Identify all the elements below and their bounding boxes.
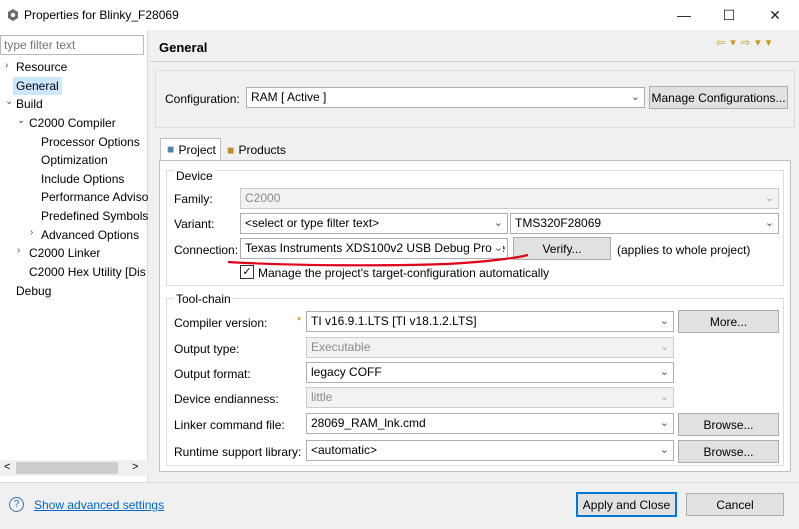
- tab-products-label: Products: [238, 143, 286, 157]
- variant-filter-value: <select or type filter text>: [245, 216, 380, 230]
- chevron-down-icon: ⌄: [659, 391, 669, 403]
- nav-item-debug[interactable]: Debug: [16, 282, 51, 300]
- output-format-select[interactable]: legacy COFF ⌄: [306, 362, 674, 383]
- twisty-c2000-linker-icon[interactable]: ›: [17, 245, 20, 256]
- products-icon: ◼: [227, 144, 235, 155]
- close-button[interactable]: ✕: [752, 0, 798, 30]
- chevron-down-icon: ⌄: [630, 91, 640, 103]
- more-button[interactable]: More...: [678, 310, 779, 333]
- scroll-right-icon[interactable]: >: [132, 461, 138, 473]
- chevron-down-icon: ⌄: [659, 417, 669, 429]
- verify-button[interactable]: Verify...: [513, 237, 611, 260]
- apply-and-close-button[interactable]: Apply and Close: [576, 492, 677, 517]
- nav-item-include-options[interactable]: Include Options: [41, 170, 148, 188]
- variant-label: Variant:: [174, 217, 215, 231]
- configuration-label: Configuration:: [165, 92, 240, 106]
- nav-item-c2000-linker[interactable]: C2000 Linker: [29, 244, 100, 262]
- window-title: Properties for Blinky_F28069: [24, 8, 179, 22]
- output-format-value: legacy COFF: [311, 365, 382, 379]
- nav-item-processor-options[interactable]: Processor Options: [41, 133, 148, 151]
- runtime-support-library-value: <automatic>: [311, 443, 378, 457]
- tab-project[interactable]: ◼ Project: [160, 138, 221, 160]
- nav-filter-input[interactable]: [0, 35, 144, 55]
- maximize-button[interactable]: ☐: [706, 0, 752, 30]
- runtime-support-library-label: Runtime support library:: [174, 445, 302, 459]
- manage-target-config-label: Manage the project's target-configuratio…: [258, 266, 550, 280]
- nav-item-performance-advisor[interactable]: Performance Adviso: [41, 188, 148, 206]
- variant-filter-select[interactable]: <select or type filter text> ⌄: [240, 213, 508, 234]
- manage-target-config-checkbox[interactable]: ✓: [240, 265, 254, 279]
- variant-select[interactable]: TMS320F28069 ⌄: [510, 213, 779, 234]
- compiler-version-select[interactable]: TI v16.9.1.LTS [TI v18.1.2.LTS] ⌄: [306, 311, 674, 332]
- chevron-down-icon: ⌄: [659, 444, 669, 456]
- linker-command-file-value: 28069_RAM_lnk.cmd: [311, 416, 426, 430]
- page-title: General: [159, 40, 208, 55]
- nav-item-c2000-hex-utility[interactable]: C2000 Hex Utility [Dis: [29, 263, 148, 281]
- linker-command-file-select[interactable]: 28069_RAM_lnk.cmd ⌄: [306, 413, 674, 434]
- output-type-select: Executable ⌄: [306, 337, 674, 358]
- device-endianness-value: little: [311, 390, 333, 404]
- output-type-label: Output type:: [174, 342, 240, 356]
- chevron-down-icon: ⌄: [659, 315, 669, 327]
- nav-item-advanced-options[interactable]: Advanced Options: [41, 226, 148, 244]
- app-gear-icon: [8, 9, 18, 21]
- chevron-down-icon: ⌄: [659, 366, 669, 378]
- manage-configurations-button[interactable]: Manage Configurations...: [649, 86, 788, 109]
- project-icon: ◼: [167, 144, 175, 154]
- twisty-advanced-options-icon[interactable]: ›: [30, 227, 33, 238]
- verify-note: (applies to whole project): [617, 243, 751, 257]
- nav-item-build[interactable]: Build: [16, 95, 43, 113]
- header-divider: [150, 61, 799, 62]
- chevron-down-icon: ⌄: [659, 341, 669, 353]
- minimize-button[interactable]: —: [661, 0, 707, 30]
- connection-select[interactable]: Texas Instruments XDS100v2 USB Debug Pro…: [240, 238, 508, 259]
- configuration-value: RAM [ Active ]: [251, 90, 327, 104]
- toolchain-group-label: Tool-chain: [174, 292, 233, 306]
- compiler-version-label: Compiler version:: [174, 316, 268, 330]
- show-advanced-settings-link[interactable]: Show advanced settings: [34, 498, 164, 512]
- chevron-down-icon: ⌄: [493, 217, 503, 229]
- device-endianness-label: Device endianness:: [174, 392, 279, 406]
- connection-label: Connection:: [174, 243, 239, 257]
- output-type-value: Executable: [311, 340, 371, 354]
- scrollbar-thumb[interactable]: [16, 462, 118, 474]
- compiler-modified-marker: *: [297, 315, 302, 327]
- linker-browse-button[interactable]: Browse...: [678, 413, 779, 436]
- scroll-left-icon[interactable]: <: [4, 461, 10, 473]
- nav-horizontal-scrollbar[interactable]: < >: [0, 460, 148, 476]
- runtime-support-library-select[interactable]: <automatic> ⌄: [306, 440, 674, 461]
- twisty-build-icon[interactable]: ⌄: [5, 96, 13, 107]
- output-format-label: Output format:: [174, 367, 251, 381]
- twisty-c2000-compiler-icon[interactable]: ⌄: [17, 115, 25, 126]
- linker-command-file-label: Linker command file:: [174, 418, 285, 432]
- chevron-down-icon: ⌄: [764, 192, 774, 204]
- device-endianness-select: little ⌄: [306, 387, 674, 408]
- runtime-browse-button[interactable]: Browse...: [678, 440, 779, 463]
- compiler-version-value: TI v16.9.1.LTS [TI v18.1.2.LTS]: [311, 314, 477, 328]
- nav-item-predefined-symbols[interactable]: Predefined Symbols: [41, 207, 148, 225]
- tab-products[interactable]: ◼ Products: [221, 139, 289, 161]
- chevron-down-icon: ⌄: [764, 217, 774, 229]
- tab-project-label: Project: [178, 142, 216, 157]
- nav-item-general[interactable]: General: [13, 77, 62, 95]
- cancel-button[interactable]: Cancel: [686, 493, 784, 516]
- connection-value: Texas Instruments XDS100v2 USB Debug Pro…: [245, 241, 506, 255]
- variant-value: TMS320F28069: [515, 216, 602, 230]
- twisty-resource-icon[interactable]: ›: [5, 60, 8, 71]
- nav-item-c2000-compiler[interactable]: C2000 Compiler: [29, 114, 116, 132]
- family-select: C2000 ⌄: [240, 188, 779, 209]
- chevron-down-icon: ⌄: [491, 241, 503, 254]
- family-value: C2000: [245, 191, 281, 205]
- history-nav-arrows-icon[interactable]: ⇦ ▾ ⇨ ▾ ▾: [716, 36, 772, 49]
- footer-divider: [0, 482, 799, 483]
- nav-item-optimization[interactable]: Optimization: [41, 151, 148, 169]
- device-group-label: Device: [174, 169, 215, 183]
- nav-item-resource[interactable]: Resource: [16, 58, 67, 76]
- family-label: Family:: [174, 192, 213, 206]
- help-icon[interactable]: ?: [9, 497, 24, 512]
- configuration-select[interactable]: RAM [ Active ] ⌄: [246, 87, 645, 108]
